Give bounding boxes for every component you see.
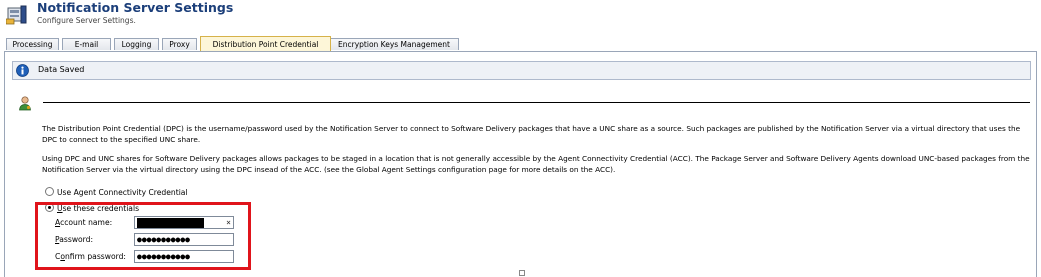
tab-proxy[interactable]: Proxy <box>162 38 197 50</box>
password-label-text: assword: <box>59 235 94 244</box>
confirm-password-label: Confirm password: <box>55 252 126 261</box>
account-name-label: Account name: <box>55 218 112 227</box>
use-these-credentials-label: se these credentials <box>62 204 140 213</box>
dpc-description: The Distribution Point Credential (DPC) … <box>42 124 1021 144</box>
user-credential-icon <box>19 96 31 111</box>
tab-distribution-point-credential[interactable]: Distribution Point Credential <box>200 36 331 51</box>
use-these-credentials-option[interactable]: Use these credentials <box>45 203 139 213</box>
use-acc-option[interactable]: Use Agent Connectivity Credential <box>45 187 188 197</box>
tab-logging[interactable]: Logging <box>114 38 159 50</box>
page-subtitle: Configure Server Settings. <box>37 16 136 25</box>
status-message-bar: Data Saved <box>12 61 1031 80</box>
info-icon <box>16 64 29 77</box>
page-header: Notification Server Settings Configure S… <box>0 0 1041 34</box>
settings-panel: Data Saved The Distribution Point Creden… <box>4 51 1037 277</box>
section-divider <box>43 102 1030 103</box>
use-these-credentials-radio[interactable] <box>45 203 54 212</box>
confirm-password-field[interactable]: ●●●●●●●●●●● <box>134 250 234 263</box>
tab-processing[interactable]: Processing <box>6 38 59 50</box>
confirm-password-label-text: nfirm password: <box>64 252 126 261</box>
password-label: Password: <box>55 235 93 244</box>
use-acc-label: Use Agent Connectivity Credential <box>57 188 188 197</box>
password-field[interactable]: ●●●●●●●●●●● <box>134 233 234 246</box>
page-title: Notification Server Settings <box>37 0 234 15</box>
redacted-account-name <box>137 218 204 228</box>
unc-description: Using DPC and UNC shares for Software De… <box>42 154 1030 174</box>
status-message: Data Saved <box>38 65 85 74</box>
clear-field-icon[interactable]: × <box>226 217 231 228</box>
use-acc-radio[interactable] <box>45 187 54 196</box>
tab-encryption-keys-management[interactable]: Encryption Keys Management <box>329 38 459 50</box>
account-name-field[interactable]: × <box>134 216 234 229</box>
server-settings-icon <box>6 5 27 25</box>
tab-email[interactable]: E-mail <box>62 38 111 50</box>
resize-handle[interactable] <box>519 270 525 276</box>
account-name-label-text: ccount name: <box>60 218 113 227</box>
